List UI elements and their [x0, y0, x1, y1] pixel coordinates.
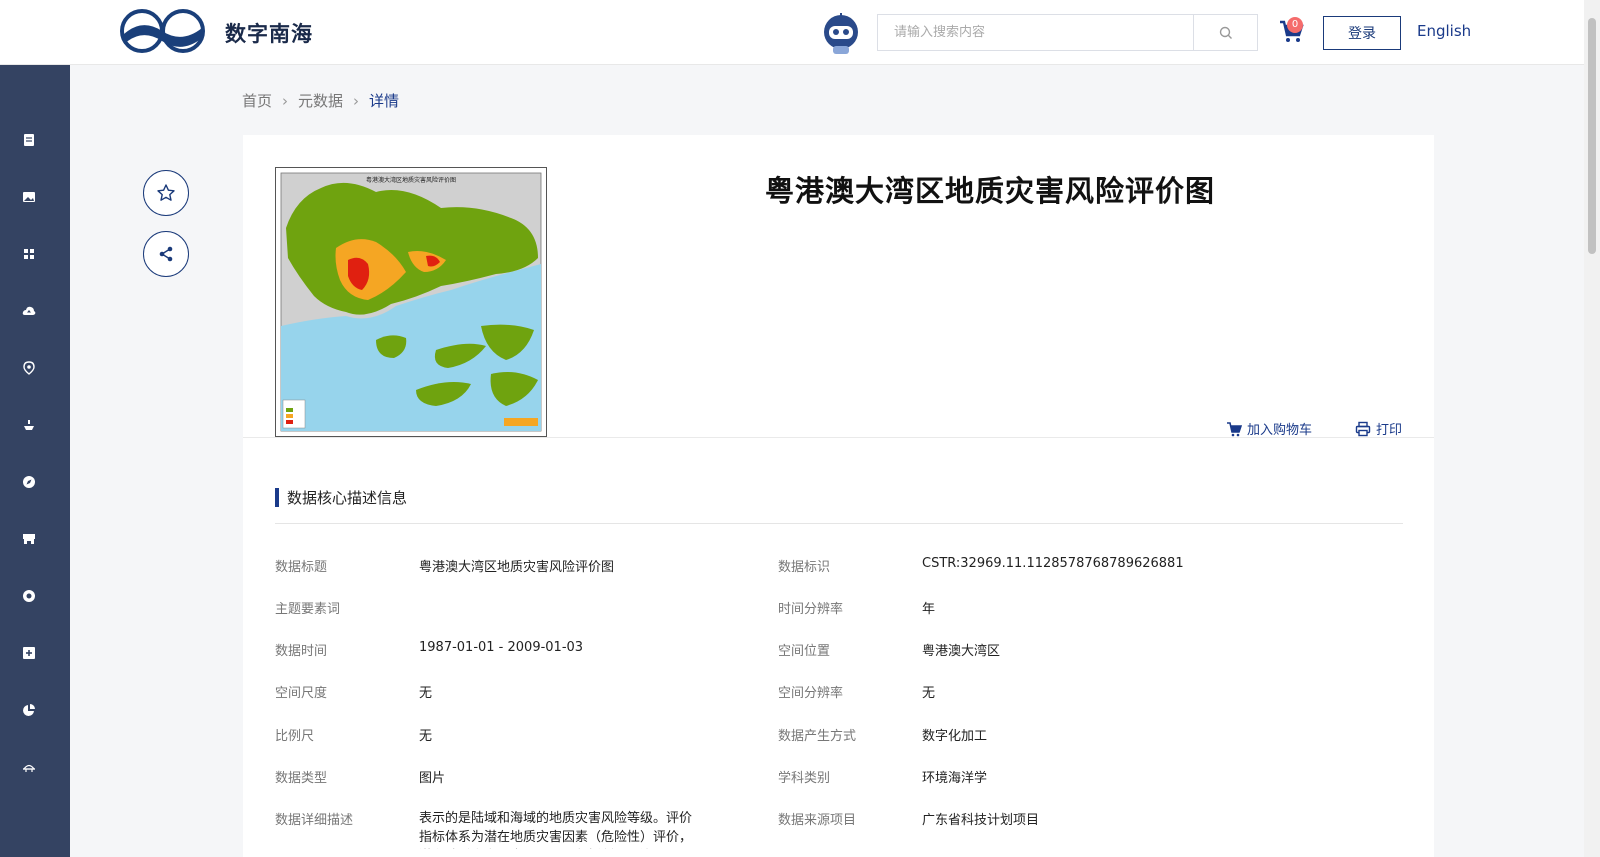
field-value: 1987-01-01 - 2009-01-03 [419, 640, 584, 655]
language-switch[interactable]: English [1417, 22, 1471, 40]
chevron-right-icon: › [353, 91, 360, 110]
cart-count-badge: 0 [1287, 17, 1303, 33]
search-button[interactable] [1194, 15, 1258, 50]
field-value: 图片 [419, 771, 446, 786]
divider [243, 437, 1434, 438]
left-sidebar [0, 65, 70, 857]
star-icon [157, 184, 175, 201]
field-label: 数据来源项目 [778, 813, 857, 828]
add-to-cart-label: 加入购物车 [1247, 423, 1313, 438]
search-icon [1219, 26, 1232, 39]
brand-name[interactable]: 数字南海 [225, 18, 313, 48]
breadcrumb-current: 详情 [369, 92, 400, 110]
field-value: 数字化加工 [922, 729, 988, 744]
field-label: 比例尺 [275, 729, 315, 744]
section-accent-bar [275, 488, 279, 507]
top-header: 数字南海 0 登录 English [0, 0, 1584, 65]
location-icon[interactable] [20, 359, 38, 377]
description-value: 表示的是陆域和海域的地质灾害风险等级。评价指标体系为潜在地质灾害因素（危险性）评… [419, 811, 693, 845]
print-label: 打印 [1376, 423, 1403, 438]
cloud-upload-icon[interactable] [20, 302, 38, 320]
login-button[interactable]: 登录 [1323, 16, 1401, 50]
printer-icon [1355, 421, 1371, 436]
share-icon [159, 246, 173, 262]
favorite-button[interactable] [143, 170, 189, 216]
logo-icon[interactable] [120, 8, 206, 54]
document-icon[interactable] [20, 131, 38, 149]
image-icon[interactable] [20, 188, 38, 206]
map-thumbnail[interactable]: 粤港澳大湾区地质灾害风险评价图 [275, 167, 547, 437]
section-title-text: 数据核心描述信息 [287, 489, 408, 507]
field-value: 无 [419, 686, 433, 701]
cart-icon [1227, 421, 1242, 436]
field-label: 时间分辨率 [778, 602, 844, 617]
compass-icon[interactable] [20, 473, 38, 491]
field-label: 主题要素词 [275, 602, 341, 617]
field-value: 广东省科技计划项目 [922, 813, 1040, 828]
breadcrumb-metadata[interactable]: 元数据 [298, 90, 343, 111]
detail-panel: 粤港澳大湾区地质灾害风险评价图 粤港澳大湾区地质灾害风险评价图 加入购物车 打印… [243, 135, 1434, 857]
ship-icon[interactable] [20, 416, 38, 434]
field-value: 年 [922, 602, 936, 617]
search-box [877, 14, 1258, 51]
breadcrumb-home[interactable]: 首页 [242, 90, 272, 111]
map-title-text: 粤港澳大湾区地质灾害风险评价图 [366, 176, 456, 184]
field-value: 环境海洋学 [922, 771, 988, 786]
field-label: 数据类型 [275, 771, 328, 786]
field-label: 空间位置 [778, 644, 831, 659]
add-to-cart-button[interactable]: 加入购物车 [1226, 419, 1312, 438]
add-box-icon[interactable] [20, 644, 38, 662]
page-title: 粤港澳大湾区地质灾害风险评价图 [765, 174, 1216, 208]
field-label: 数据标识 [778, 560, 831, 575]
field-value: CSTR:32969.11.1128578768789626881 [922, 556, 1184, 571]
field-value: 无 [922, 686, 936, 701]
store-icon[interactable] [20, 530, 38, 548]
field-label: 数据时间 [275, 644, 328, 659]
field-label: 学科类别 [778, 771, 831, 786]
breadcrumb: 首页 › 元数据 › 详情 [242, 90, 399, 111]
field-value: 无 [419, 729, 433, 744]
page-scrollbar[interactable] [1584, 0, 1600, 857]
print-button[interactable]: 打印 [1355, 419, 1402, 438]
field-label: 数据产生方式 [778, 729, 857, 744]
chevron-right-icon: › [282, 91, 289, 110]
satellite-icon[interactable] [20, 587, 38, 605]
search-input[interactable] [878, 15, 1193, 50]
field-label: 数据详细描述 [275, 813, 354, 828]
field-value: 粤港澳大湾区地质灾害风险评价图 [419, 560, 615, 575]
field-label: 数据标题 [275, 560, 328, 575]
field-value: 粤港澳大湾区 [922, 644, 1001, 659]
bridge-icon[interactable] [20, 758, 38, 776]
grid-icon[interactable] [20, 245, 38, 263]
scrollbar-thumb[interactable] [1588, 18, 1596, 254]
section-divider [275, 523, 1403, 524]
field-label: 空间分辨率 [778, 686, 844, 701]
section-title: 数据核心描述信息 [275, 487, 407, 508]
robot-assistant-icon[interactable] [820, 12, 862, 56]
field-label: 空间尺度 [275, 686, 328, 701]
pie-chart-icon[interactable] [20, 701, 38, 719]
share-button[interactable] [143, 231, 189, 277]
